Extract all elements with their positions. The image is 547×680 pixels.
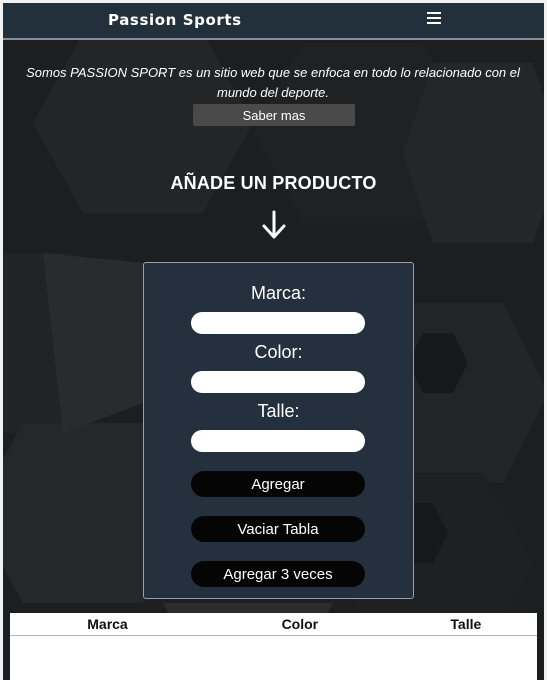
color-label: Color: [254, 342, 303, 362]
section-title: AÑADE UN PRODUCTO [170, 173, 377, 193]
page-frame: Passion Sports Somos PASSION SPORT es un… [3, 3, 544, 680]
brand-logo-text[interactable]: Passion Sports [108, 11, 242, 29]
header-talle: Talle [394, 613, 537, 636]
marca-label: Marca: [250, 283, 306, 303]
marca-input[interactable] [191, 312, 365, 334]
agregar-button[interactable]: Agregar [191, 471, 365, 497]
intro-text: Somos PASSION SPORT es un sitio web que … [26, 65, 520, 100]
top-navbar: Passion Sports [3, 3, 544, 40]
add-product-form: Marca: Color: Talle: Agregar Vaciar Tabl… [143, 262, 414, 599]
header-color: Color [204, 613, 395, 636]
hamburger-menu-icon[interactable] [427, 12, 441, 25]
header-marca: Marca [10, 613, 205, 636]
talle-input[interactable] [191, 430, 365, 452]
talle-label: Talle: [257, 401, 300, 421]
table-header-row: Marca Color Talle [10, 613, 537, 636]
products-table: Marca Color Talle [10, 613, 537, 680]
color-input[interactable] [191, 371, 365, 393]
agregar-3-veces-button[interactable]: Agregar 3 veces [191, 561, 365, 587]
saber-mas-button[interactable]: Saber mas [193, 104, 355, 126]
vaciar-tabla-button[interactable]: Vaciar Tabla [191, 516, 365, 542]
arrow-down-icon [262, 210, 286, 239]
